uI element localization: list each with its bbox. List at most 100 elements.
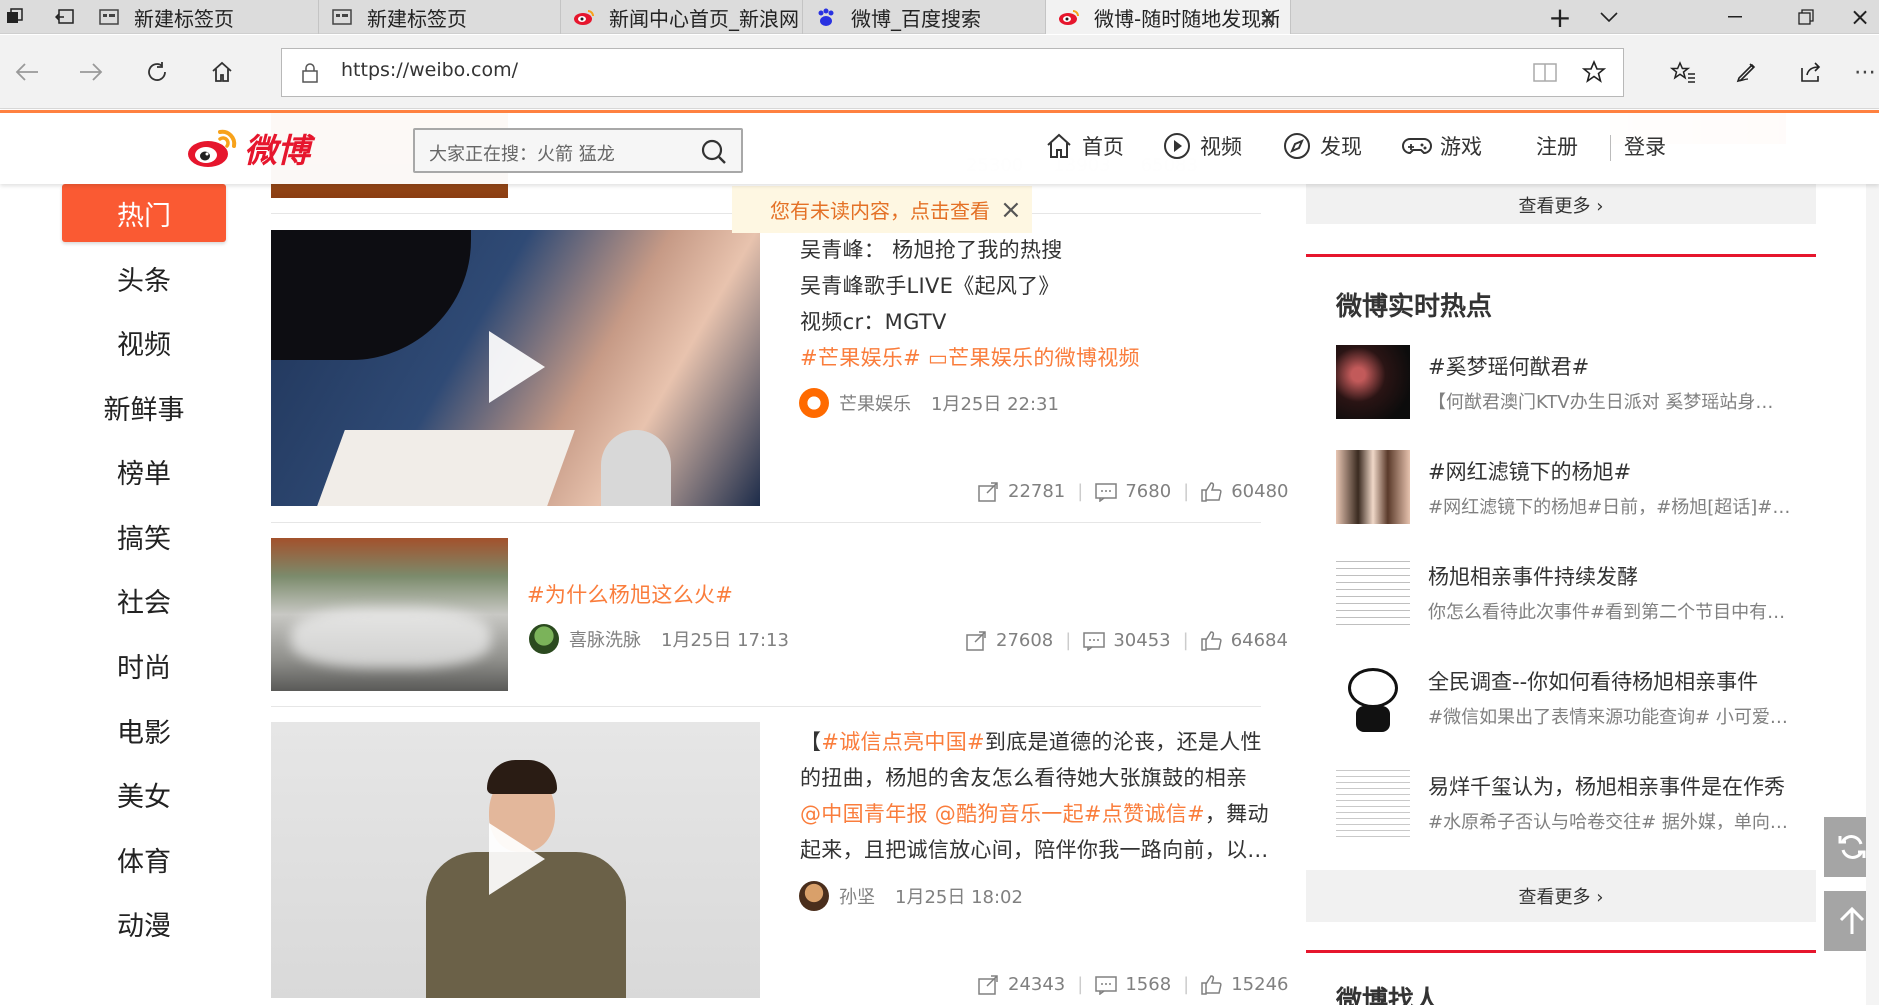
new-tab-icon [331, 6, 353, 28]
register-link[interactable]: 注册 [1536, 131, 1578, 161]
hashtag-link[interactable]: #芒果娱乐# [800, 346, 921, 370]
video-play-icon [1162, 131, 1192, 161]
unread-notice-banner[interactable]: 您有未读内容，点击查看 × [732, 186, 1032, 233]
forward-arrow-icon[interactable] [76, 57, 106, 87]
more-options-icon[interactable]: ⋯ [1850, 57, 1879, 87]
weibo-logo[interactable]: 微博 [186, 125, 310, 171]
tab-weibo-active[interactable]: 微博-随时随地发现新鲜 × [1046, 0, 1291, 34]
sidebar-item-sports[interactable]: 体育 [62, 830, 226, 888]
reading-view-icon[interactable] [1532, 61, 1558, 87]
feed-divider [271, 706, 1261, 707]
hot-item[interactable]: #网红滤镜下的杨旭# #网红滤镜下的杨旭#日前，#杨旭[超话]#… [1336, 450, 1796, 530]
notice-close-icon[interactable]: × [1000, 195, 1022, 225]
avatar[interactable] [529, 624, 559, 654]
sidebar-item-video[interactable]: 视频 [62, 313, 226, 371]
sidebar-item-society[interactable]: 社会 [62, 571, 226, 629]
hot-item-title[interactable]: 全民调查--你如何看待杨旭相亲事件 [1428, 666, 1758, 696]
nav-discover[interactable]: 发现 [1282, 131, 1362, 161]
sidebar-item-fresh[interactable]: 新鲜事 [62, 378, 226, 436]
address-bar[interactable]: https://weibo.com/ [281, 48, 1624, 97]
author-name[interactable]: 喜脉洗脉 [569, 626, 641, 652]
tab-baidu-search[interactable]: 微博_百度搜索 [803, 0, 1046, 34]
repost-button[interactable]: 22781 [978, 481, 1065, 502]
sidebar-item-beauty[interactable]: 美女 [62, 765, 226, 823]
sidebar-item-funny[interactable]: 搞笑 [62, 507, 226, 565]
avatar[interactable] [799, 388, 829, 418]
repost-button[interactable]: 24343 [978, 974, 1065, 995]
weibo-logo-icon [1058, 6, 1080, 28]
sina-logo-icon [573, 6, 595, 28]
author-name[interactable]: 孙坚 [839, 883, 875, 909]
sidebar-item-rank[interactable]: 榜单 [62, 442, 226, 500]
favorites-hub-icon[interactable] [1668, 57, 1698, 87]
like-button[interactable]: 60480 [1201, 481, 1289, 502]
hot-item-title[interactable]: #网红滤镜下的杨旭# [1428, 456, 1631, 486]
tab-manager-icon[interactable] [4, 6, 26, 28]
hot-item[interactable]: 全民调查--你如何看待杨旭相亲事件 #微信如果出了表情来源功能查询# 小可爱… [1336, 660, 1796, 740]
see-more-link[interactable]: 查看更多 › [1306, 870, 1816, 922]
hot-item[interactable]: 易烊千玺认为，杨旭相亲事件是在作秀 #水原希子否认与哈卷交往# 据外媒，单向… [1336, 765, 1796, 845]
favorite-star-icon[interactable] [1581, 59, 1607, 88]
restore-icon[interactable] [1791, 4, 1821, 30]
sidebar-item-fashion[interactable]: 时尚 [62, 636, 226, 694]
nav-game[interactable]: 游戏 [1402, 131, 1482, 161]
video-play-icon[interactable] [489, 823, 545, 895]
sidebar-item-movie[interactable]: 电影 [62, 701, 226, 759]
url-text[interactable]: https://weibo.com/ [341, 59, 518, 81]
thumbnail-hair-shape [271, 230, 471, 360]
home-icon[interactable] [207, 57, 237, 87]
see-more-link[interactable]: 查看更多 › [1306, 186, 1816, 224]
avatar[interactable] [799, 881, 829, 911]
search-input[interactable]: 大家正在搜：火箭 猛龙 [413, 128, 743, 173]
comment-button[interactable]: 7680 [1095, 481, 1171, 502]
post-time[interactable]: 1月25日 18:02 [895, 883, 1023, 909]
hot-item-title[interactable]: #奚梦瑶何猷君# [1428, 351, 1589, 381]
like-button[interactable]: 64684 [1200, 630, 1288, 651]
post-time[interactable]: 1月25日 22:31 [931, 390, 1059, 416]
hot-item-thumbnail [1336, 450, 1410, 524]
hot-item[interactable]: #奚梦瑶何猷君# 【何猷君澳门KTV办生日派对 奚梦瑶站身… [1336, 345, 1796, 425]
pen-notes-icon[interactable] [1732, 57, 1762, 87]
hot-item-title[interactable]: 杨旭相亲事件持续发酵 [1428, 561, 1638, 591]
hot-item[interactable]: 杨旭相亲事件持续发酵 你怎么看待此次事件#看到第二个节目中有… [1336, 555, 1796, 635]
refresh-icon[interactable] [142, 57, 172, 87]
back-arrow-icon[interactable] [12, 57, 42, 87]
nav-video[interactable]: 视频 [1162, 131, 1242, 161]
repost-icon [966, 630, 986, 651]
post-video-thumbnail[interactable] [271, 722, 760, 998]
new-tab-button[interactable]: + [1545, 1, 1575, 34]
mention-links[interactable]: @中国青年报 @酷狗音乐一起#点赞诚信# [800, 802, 1205, 826]
login-link[interactable]: 登录 [1624, 131, 1666, 161]
close-window-icon[interactable]: × [1845, 3, 1875, 31]
nav-home[interactable]: 首页 [1044, 131, 1124, 161]
tab-list-chevron-down-icon[interactable] [1594, 4, 1624, 30]
hashtag-link[interactable]: #诚信点亮中国# [821, 730, 985, 754]
page-scrollbar[interactable] [1866, 110, 1879, 1005]
sidebar-item-anime[interactable]: 动漫 [62, 894, 226, 952]
repost-button[interactable]: 27608 [966, 630, 1053, 651]
video-play-icon[interactable] [489, 331, 545, 403]
tab-new-1[interactable]: 新建标签页 [86, 0, 319, 34]
sidebar-item-hot[interactable]: 热门 [62, 184, 226, 242]
share-icon[interactable] [1796, 57, 1826, 87]
tab-sina-news[interactable]: 新闻中心首页_新浪网 [561, 0, 803, 34]
hot-item-desc: #网红滤镜下的杨旭#日前，#杨旭[超话]#… [1428, 497, 1791, 518]
minimize-icon[interactable] [1720, 4, 1750, 30]
set-aside-tabs-icon[interactable] [54, 6, 76, 28]
like-button[interactable]: 15246 [1201, 974, 1289, 995]
thumbnail-collar-shape [317, 430, 575, 506]
tab-new-2[interactable]: 新建标签页 [319, 0, 561, 34]
hot-item-title[interactable]: 易烊千玺认为，杨旭相亲事件是在作秀 [1428, 771, 1785, 801]
post-video-thumbnail[interactable] [271, 230, 760, 506]
hot-item-desc: 你怎么看待此次事件#看到第二个节目中有… [1428, 602, 1786, 623]
author-name[interactable]: 芒果娱乐 [839, 390, 911, 416]
search-icon[interactable] [701, 139, 727, 169]
comment-button[interactable]: 30453 [1083, 630, 1171, 651]
video-link[interactable]: 芒果娱乐的微博视频 [948, 346, 1140, 370]
post-time[interactable]: 1月25日 17:13 [661, 626, 789, 652]
sidebar-item-headline[interactable]: 头条 [62, 249, 226, 307]
post-image-thumbnail[interactable] [271, 538, 508, 691]
panda-body-shape [1356, 706, 1390, 732]
comment-button[interactable]: 1568 [1095, 974, 1171, 995]
close-tab-icon[interactable]: × [1258, 4, 1278, 32]
